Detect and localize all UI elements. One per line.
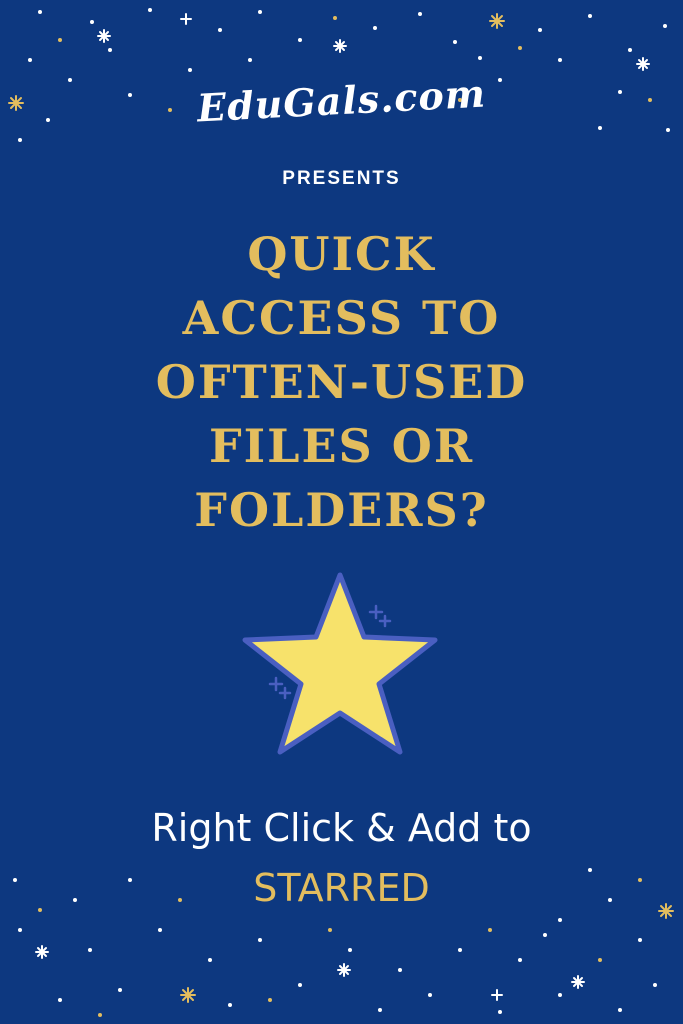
star-icon — [242, 572, 438, 755]
headline-line: FILES OR — [208, 419, 475, 473]
cta-starred: STARRED — [253, 866, 430, 910]
headline: QUICK ACCESS TO OFTEN-USED FILES OR FOLD… — [0, 222, 683, 542]
cta-line: Right Click & Add to — [151, 806, 532, 850]
headline-line: OFTEN-USED — [155, 355, 528, 409]
headline-line: QUICK — [247, 227, 436, 281]
presents-label: PRESENTS — [282, 168, 401, 189]
headline-line: ACCESS TO — [182, 291, 501, 345]
headline-line: FOLDERS? — [194, 483, 489, 537]
plus-sparkle-icon — [268, 676, 292, 700]
plus-sparkle-icon — [368, 604, 392, 628]
poster: EduGals.com PRESENTS QUICK ACCESS TO OFT… — [0, 0, 683, 1024]
star-shape — [242, 572, 438, 755]
